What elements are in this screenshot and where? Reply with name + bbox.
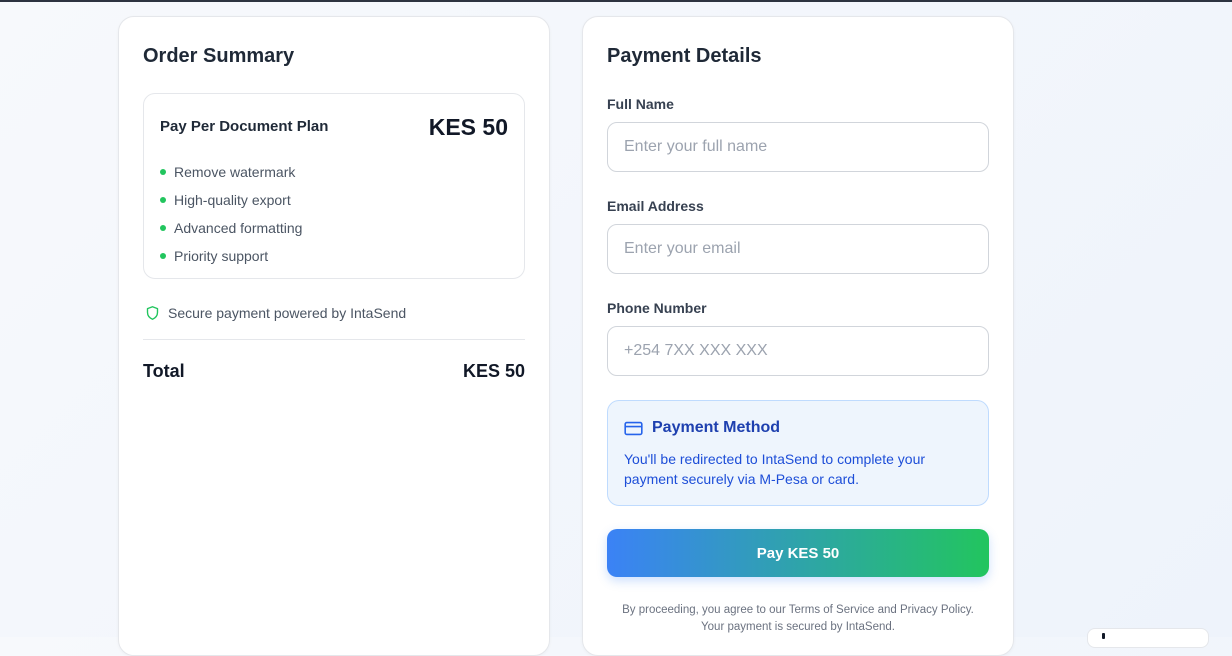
credit-card-icon xyxy=(624,421,643,435)
bullet-dot-icon xyxy=(160,253,166,259)
floating-widget[interactable] xyxy=(1087,628,1209,648)
total-label: Total xyxy=(143,361,185,381)
secure-payment-note: Secure payment powered by IntaSend xyxy=(145,305,406,321)
total-value: KES 50 xyxy=(462,361,525,381)
feature-list: Remove watermark High-quality export Adv… xyxy=(160,158,302,270)
order-summary-card: Order Summary Pay Per Document Plan KES … xyxy=(118,16,550,656)
payment-method-box: Payment Method You'll be redirected to I… xyxy=(607,400,989,506)
payment-method-title: Payment Method xyxy=(652,419,781,436)
widget-icon xyxy=(1102,633,1105,639)
feature-item: Priority support xyxy=(160,242,302,270)
feature-label: Advanced formatting xyxy=(174,220,303,236)
bullet-dot-icon xyxy=(160,197,166,203)
full-name-label: Full Name xyxy=(607,96,674,112)
top-border xyxy=(0,0,1232,2)
legal-terms-line: By proceeding, you agree to our Terms of… xyxy=(622,604,974,616)
email-label: Email Address xyxy=(607,198,704,214)
phone-input[interactable] xyxy=(607,326,989,376)
feature-item: Remove watermark xyxy=(160,158,302,186)
feature-item: Advanced formatting xyxy=(160,214,302,242)
divider xyxy=(143,339,525,340)
plan-price: KES 50 xyxy=(428,114,508,140)
secure-note-text: Secure payment powered by IntaSend xyxy=(168,305,407,321)
pay-button[interactable]: Pay KES 50 xyxy=(607,529,989,577)
payment-details-card: Payment Details Full Name Email Address … xyxy=(582,16,1014,656)
order-summary-title: Order Summary xyxy=(143,45,295,67)
plan-box: Pay Per Document Plan KES 50 Remove wate… xyxy=(143,93,525,279)
email-input[interactable] xyxy=(607,224,989,274)
payment-details-title: Payment Details xyxy=(607,45,762,67)
feature-item: High-quality export xyxy=(160,186,302,214)
payment-method-description: You'll be redirected to IntaSend to comp… xyxy=(624,451,926,487)
bullet-dot-icon xyxy=(160,169,166,175)
legal-notice: By proceeding, you agree to our Terms of… xyxy=(607,602,989,636)
feature-label: Remove watermark xyxy=(174,164,296,180)
payment-method-header: Payment Method xyxy=(624,419,780,437)
shield-icon xyxy=(146,306,159,320)
plan-name: Pay Per Document Plan xyxy=(160,118,329,135)
full-name-input[interactable] xyxy=(607,122,989,172)
feature-label: Priority support xyxy=(174,248,269,264)
phone-label: Phone Number xyxy=(607,300,707,316)
bullet-dot-icon xyxy=(160,225,166,231)
feature-label: High-quality export xyxy=(174,192,291,208)
legal-secured-line: Your payment is secured by IntaSend. xyxy=(701,621,895,633)
